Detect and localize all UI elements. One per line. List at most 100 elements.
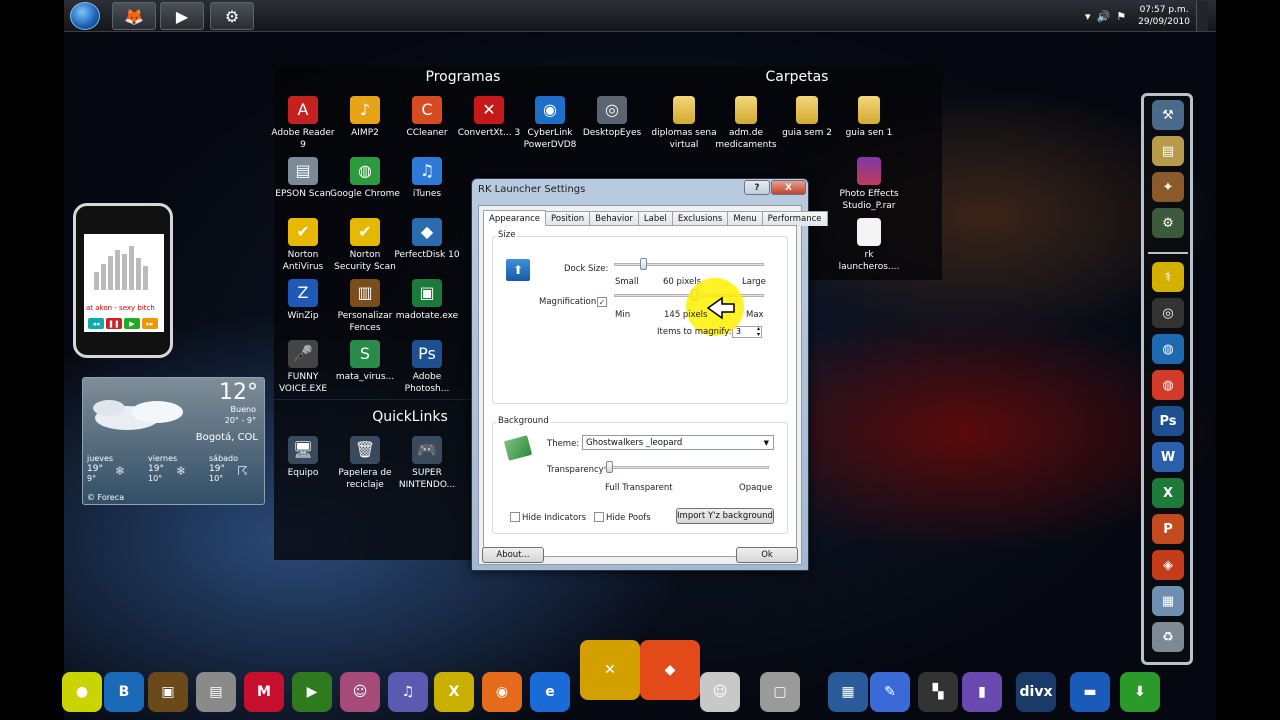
box-icon[interactable]: ▢ [760,672,800,712]
items-to-magnify-spinner[interactable]: 3 ▴ ▾ [732,326,762,338]
folder-item[interactable]: guia sem 2 [772,96,842,139]
desktop-icon[interactable]: A Adobe Reader 9 [268,96,338,151]
theme-select[interactable]: Ghostwalkers _leopard ▼ [582,435,774,450]
xmarks-icon[interactable]: ✕ [580,640,640,700]
photoshop-icon[interactable]: Ps [1152,406,1184,436]
folder-item[interactable]: diplomas sena virtual [649,96,719,151]
tab-appearance[interactable]: Appearance [483,210,547,226]
spinner-arrows-icon[interactable]: ▴ ▾ [757,326,760,338]
ok-button[interactable]: Ok [736,547,798,563]
letter-b-icon[interactable]: B [104,672,144,712]
tools-icon[interactable]: ⚒ [1152,100,1184,130]
music-player-gadget[interactable]: at akon - sexy bitch ◂◂ ❚❚ ▶ ▸▸ [73,203,173,358]
desktop-icon[interactable]: ✕ ConvertXt... 3 [454,96,524,139]
network-icon[interactable]: ⚑ [1116,10,1126,23]
office-icon[interactable]: ◈ [1152,550,1184,580]
taskbar-media-button[interactable]: ▶ [160,2,204,30]
tray-expand-icon[interactable]: ▾ [1085,10,1091,23]
itunes-icon[interactable]: ♫ [388,672,428,712]
next-button[interactable]: ▸▸ [142,318,158,329]
desktop-icon[interactable]: Z WinZip [268,279,338,322]
folder-item[interactable]: guia sen 1 [834,96,904,139]
xbox-icon[interactable]: X [434,672,474,712]
tab-performance[interactable]: Performance [761,211,828,226]
help-button[interactable]: ? [744,180,770,195]
ie-icon[interactable]: e [530,672,570,712]
excel-icon[interactable]: X [1152,478,1184,508]
recycle-bin-icon[interactable]: ♻ [1152,622,1184,652]
chrome-icon[interactable]: ◍ [1152,370,1184,400]
close-button[interactable]: X [771,180,806,195]
show-desktop-button[interactable] [1196,1,1208,31]
magnification-checkbox[interactable]: ✓ [597,297,607,307]
volume-icon[interactable]: 🔊 [1097,10,1111,23]
film-reel-icon[interactable]: ◎ [1152,298,1184,328]
desktop-icon[interactable]: Ps Adobe Photosh... [392,340,462,395]
folder-item[interactable]: rk launcheros.... [834,218,904,273]
desktop-icon[interactable]: 🎤 FUNNY VOICE.EXE [268,340,338,395]
character-icon[interactable]: ✦ [1152,172,1184,202]
divx-icon[interactable]: divx [1016,672,1056,712]
scanner-icon[interactable]: ▤ [196,672,236,712]
app-icon[interactable]: ◆ [640,640,700,700]
desktop-icon[interactable]: ▤ EPSON Scan [268,157,338,200]
taskbar-firefox-button[interactable]: 🦊 [112,2,156,30]
folder-item[interactable]: adm.de medicaments [711,96,781,151]
folder-item[interactable]: Photo Effects Studio_P.rar [834,157,904,212]
pencil-icon[interactable]: ✎ [870,672,910,712]
desktop-icon[interactable]: ♫ iTunes [392,157,462,200]
tab-exclusions[interactable]: Exclusions [671,211,729,226]
word-icon[interactable]: W [1152,442,1184,472]
stethoscope-icon[interactable]: ⚕ [1152,262,1184,292]
desktop-icon[interactable]: ▥ Personalizar Fences [330,279,400,334]
about-button[interactable]: About... [482,547,544,563]
powerpoint-icon[interactable]: P [1152,514,1184,544]
desktop-icon[interactable]: ✔ Norton AntiVirus [268,218,338,273]
start-button[interactable] [70,2,100,30]
weather-gadget[interactable]: 12° Bueno 20° - 9° Bogotá, COL jueves 19… [82,377,265,505]
transparency-slider[interactable] [606,461,613,473]
robot-icon[interactable]: ⚙ [1152,208,1184,238]
photo-icon[interactable]: ▣ [148,672,188,712]
desktop-icon[interactable]: ▣ madotate.exe [392,279,462,322]
tab-menu[interactable]: Menu [727,211,763,226]
pause-button[interactable]: ❚❚ [106,318,122,329]
grid-icon[interactable]: ▦ [828,672,868,712]
quicklink-item[interactable]: 🎮 SUPER NINTENDO... [392,436,462,491]
download-icon[interactable]: ⬇ [1120,672,1160,712]
prev-button[interactable]: ◂◂ [88,318,104,329]
calculator-icon[interactable]: ▦ [1152,586,1184,616]
mcafee-icon[interactable]: M [244,672,284,712]
play-button[interactable]: ▶ [124,318,140,329]
import-background-button[interactable]: Import Y'z background [676,508,774,524]
desktop-icon[interactable]: Smata_virus... [330,340,400,383]
desktop-icon[interactable]: ◉ CyberLink PowerDVD8 [515,96,585,151]
tab-behavior[interactable]: Behavior [589,211,639,226]
taskbar-settings-button[interactable]: ⚙ [210,2,254,30]
tennis-ball-icon[interactable]: ● [62,672,102,712]
messenger-icon[interactable]: ☺ [700,672,740,712]
desktop-icon[interactable]: ♪ AIMP2 [330,96,400,139]
desktop-icon[interactable]: C CCleaner [392,96,462,139]
desktop-icon[interactable]: ◍ Google Chrome [330,157,400,200]
media-player-icon[interactable]: ▶ [292,672,332,712]
firefox-icon[interactable]: ◉ [482,672,522,712]
clapper-icon[interactable]: ▚ [918,672,958,712]
dock-size-slider[interactable] [640,258,647,270]
globe-icon[interactable]: ◍ [1152,334,1184,364]
app-icon: ▥ [350,279,380,307]
tab-position[interactable]: Position [545,211,591,226]
desktop-icon[interactable]: ✔ Norton Security Scan [330,218,400,273]
quicklink-item[interactable]: 🗑 Papelera de reciclaje [330,436,400,491]
pig-icon[interactable]: ☺ [340,672,380,712]
car-icon[interactable]: ▬ [1070,672,1110,712]
notes-icon[interactable]: ▤ [1152,136,1184,166]
hide-poofs-checkbox[interactable] [594,512,604,522]
desktop-icon[interactable]: ◎ DesktopEyes [577,96,647,139]
quicklink-item[interactable]: 🖥 Equipo [268,436,338,479]
tab-label[interactable]: Label [637,211,673,226]
desktop-icon[interactable]: ◆ PerfectDisk 10 [392,218,462,261]
hide-indicators-checkbox[interactable] [510,512,520,522]
sidebar-icon[interactable]: ▮ [962,672,1002,712]
clock[interactable]: 07:57 p.m. 29/09/2010 [1138,4,1190,28]
